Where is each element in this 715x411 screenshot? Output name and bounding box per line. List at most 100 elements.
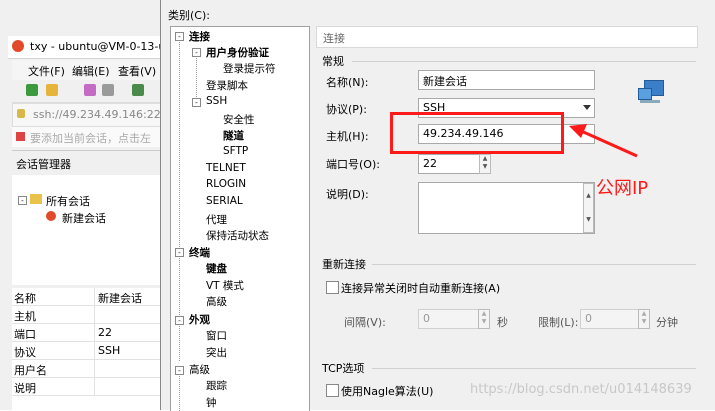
window-titlebar: txy - ubuntu@VM-0-13-u: [8, 36, 165, 59]
prop-key: 说明: [14, 382, 36, 395]
tree-item-tunnel[interactable]: 隧道: [223, 128, 244, 143]
port-field[interactable]: 22: [418, 154, 481, 174]
collapse-icon[interactable]: -: [175, 366, 184, 375]
window-title: txy - ubuntu@VM-0-13-u: [30, 40, 166, 53]
description-label: 说明(D):: [326, 188, 369, 201]
menu-view[interactable]: 查看(V): [118, 63, 156, 79]
prop-value: 新建会话: [98, 292, 142, 305]
settings-icon[interactable]: [132, 84, 144, 96]
collapse-icon[interactable]: -: [18, 196, 27, 205]
nagle-checkbox[interactable]: [326, 384, 339, 397]
tree-item-connection[interactable]: 连接: [189, 29, 210, 44]
tree-item-security[interactable]: 安全性: [223, 112, 255, 127]
table-row: 主机: [12, 306, 160, 324]
section-header: 连接: [316, 26, 698, 48]
limit-field[interactable]: 0: [580, 309, 640, 329]
tree-item-telnet[interactable]: TELNET: [206, 162, 246, 174]
category-tree: - 连接 - 用户身份验证 登录提示符 登录脚本 - SSH 安全性 隧道 SF…: [170, 26, 310, 411]
interval-label: 间隔(V):: [344, 316, 386, 329]
tree-item-advanced[interactable]: 高级: [189, 362, 210, 377]
address-bar[interactable]: ssh://49.234.49.146:22: [12, 103, 162, 127]
tree-item-terminal[interactable]: 终端: [189, 245, 210, 260]
description-scrollbar[interactable]: ▲ ▼: [583, 183, 594, 233]
hint-text: 要添加当前会话，点击左: [30, 132, 151, 145]
new-session-icon[interactable]: [26, 84, 38, 96]
hint-bar: 要添加当前会话，点击左: [12, 127, 160, 147]
menu-edit[interactable]: 编辑(E): [72, 63, 110, 79]
limit-label: 限制(L):: [538, 316, 579, 329]
tree-item-login-prompt[interactable]: 登录提示符: [223, 61, 276, 76]
tree-item-user-auth[interactable]: 用户身份验证: [206, 45, 269, 60]
reconnect-group-title: 重新连接: [322, 258, 366, 271]
collapse-icon[interactable]: -: [192, 98, 201, 107]
nagle-label: 使用Nagle算法(U): [341, 385, 434, 398]
section-header-title: 连接: [323, 32, 345, 45]
tree-item-terminal-advanced[interactable]: 高级: [206, 294, 227, 309]
prop-key: 主机: [14, 310, 36, 323]
tree-item-window[interactable]: 窗口: [206, 328, 227, 343]
menu-bar: 文件(F) 编辑(E) 查看(V): [12, 60, 160, 81]
prop-key: 协议: [14, 346, 36, 359]
table-row: 名称 新建会话: [12, 288, 160, 306]
port-stepper[interactable]: ▲ ▼: [479, 154, 491, 174]
interval-field[interactable]: 0: [418, 309, 480, 329]
table-row: 说明: [12, 378, 160, 396]
prop-value: SSH: [98, 344, 121, 357]
prop-key: 用户名: [14, 364, 47, 377]
description-field[interactable]: [418, 182, 595, 234]
category-label: 类别(C):: [168, 9, 210, 22]
collapse-icon[interactable]: -: [175, 248, 184, 257]
limit-stepper[interactable]: ▲ ▼: [638, 309, 650, 329]
highlight-box: [390, 112, 564, 154]
tree-item-keyboard[interactable]: 键盘: [206, 261, 227, 276]
table-row: 用户名: [12, 360, 160, 378]
tree-item-trace[interactable]: 跟踪: [206, 378, 227, 393]
bookmark-icon: [16, 132, 25, 141]
folder-icon: [30, 194, 42, 204]
interval-stepper[interactable]: ▲ ▼: [478, 309, 490, 329]
public-ip-annotation: 公网IP: [596, 178, 649, 199]
session-manager-header: 会话管理器: [12, 150, 160, 176]
tree-item-rlogin[interactable]: RLOGIN: [206, 178, 246, 190]
tree-item-keepalive[interactable]: 保持活动状态: [206, 228, 269, 243]
tree-item-ssh[interactable]: SSH: [206, 95, 227, 107]
collapse-icon[interactable]: -: [192, 48, 201, 57]
port-label: 端口号(O):: [326, 158, 380, 171]
name-label: 名称(N):: [326, 76, 369, 89]
prop-key: 名称: [14, 292, 36, 305]
red-arrow-icon: [569, 124, 638, 158]
tree-item-sftp[interactable]: SFTP: [223, 145, 248, 157]
prop-key: 端口: [14, 328, 36, 341]
app-logo-icon: [12, 40, 24, 52]
seconds-label: 秒: [497, 316, 508, 329]
tree-item-serial[interactable]: SERIAL: [206, 195, 243, 207]
menu-file[interactable]: 文件(F): [28, 63, 65, 79]
properties-table: 名称 新建会话 主机 端口 22 协议 SSH 用户名 说明: [12, 288, 160, 410]
lock-icon: [17, 109, 25, 118]
host-label: 主机(H):: [326, 130, 369, 143]
collapse-icon[interactable]: -: [175, 32, 184, 41]
session-tree: - 所有会话 新建会话: [12, 175, 160, 285]
tree-item-vt-mode[interactable]: VT 模式: [206, 278, 244, 293]
prop-value: 22: [98, 326, 112, 339]
tree-item-bell[interactable]: 钟: [206, 395, 217, 410]
watermark: https://blog.csdn.net/u014148639: [470, 382, 692, 397]
network-computer-icon: [638, 80, 664, 104]
open-folder-icon[interactable]: [46, 84, 58, 96]
table-row: 协议 SSH: [12, 342, 160, 360]
collapse-icon[interactable]: -: [175, 316, 184, 325]
name-field[interactable]: 新建会话: [418, 70, 595, 90]
chevron-down-icon: [583, 105, 591, 110]
general-group-title: 常规: [322, 55, 344, 68]
auto-reconnect-checkbox[interactable]: [326, 281, 339, 294]
toolbar: [12, 80, 160, 103]
tree-item-highlight[interactable]: 突出: [206, 345, 227, 360]
disconnect-icon[interactable]: [102, 84, 114, 96]
tree-item-login-script[interactable]: 登录脚本: [206, 78, 248, 93]
tree-item-appearance[interactable]: 外观: [189, 312, 210, 327]
background-app-window: txy - ubuntu@VM-0-13-u 文件(F) 编辑(E) 查看(V)…: [0, 0, 165, 410]
tree-root-all-sessions[interactable]: 所有会话: [46, 193, 90, 209]
tree-item-proxy[interactable]: 代理: [206, 212, 227, 227]
connect-icon[interactable]: [84, 84, 96, 96]
tree-item-new-session[interactable]: 新建会话: [62, 210, 106, 226]
